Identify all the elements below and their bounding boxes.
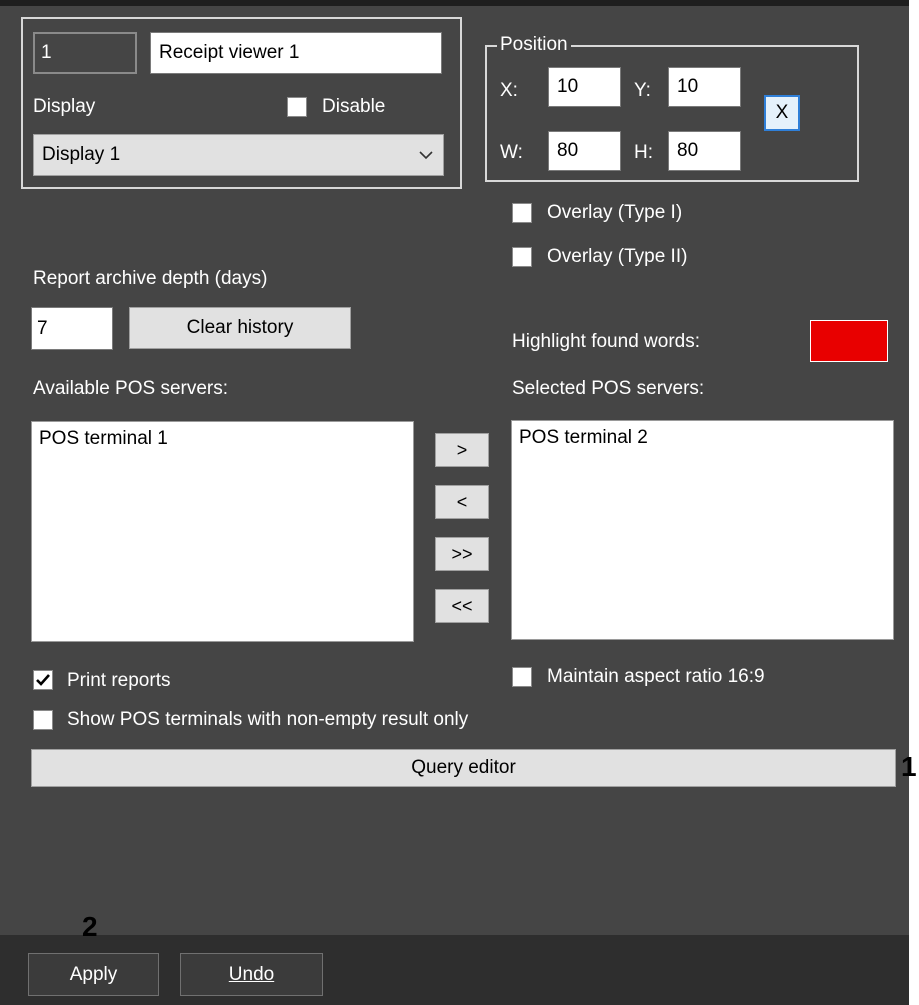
overlay-type2-label: Overlay (Type II) [547,246,688,267]
id-field[interactable]: 1 [33,32,137,74]
chevron-down-icon [419,151,433,160]
archive-depth-field[interactable]: 7 [31,307,113,350]
overlay-type2-checkbox[interactable] [512,247,532,267]
w-field[interactable]: 80 [548,131,621,171]
apply-label: Apply [69,964,118,985]
move-all-right-button[interactable]: >> [435,537,489,571]
aspect-ratio-label: Maintain aspect ratio 16:9 [547,666,765,687]
clear-history-button[interactable]: Clear history [129,307,351,349]
x-field[interactable]: 10 [548,67,621,107]
pick-position-label: X [775,102,789,123]
available-servers-label: Available POS servers: [33,378,229,399]
y-value: 10 [677,76,699,97]
id-value: 1 [41,42,52,63]
overlay-type1-checkbox[interactable] [512,203,532,223]
position-legend: Position [497,34,571,56]
w-label: W: [500,142,523,163]
archive-depth-label: Report archive depth (days) [33,268,268,289]
h-field[interactable]: 80 [668,131,741,171]
query-editor-button[interactable]: Query editor [31,749,896,787]
archive-depth-value: 7 [37,317,48,339]
selected-servers-label: Selected POS servers: [512,378,705,399]
undo-button[interactable]: Undo [180,953,323,996]
w-value: 80 [557,140,579,161]
apply-button[interactable]: Apply [28,953,159,996]
name-value: Receipt viewer 1 [159,42,300,63]
annotation-2: 2 [82,911,98,942]
clear-history-label: Clear history [186,317,294,338]
right-margin [909,0,919,935]
pick-position-button[interactable]: X [764,95,800,131]
y-field[interactable]: 10 [668,67,741,107]
x-label: X: [500,80,518,101]
selected-servers-list[interactable]: POS terminal 2 [511,420,894,640]
disable-label: Disable [322,96,386,117]
move-left-button[interactable]: < [435,485,489,519]
list-item[interactable]: POS terminal 2 [519,427,648,449]
y-label: Y: [634,80,651,101]
undo-label: Undo [228,964,275,985]
highlight-label: Highlight found words: [512,331,700,352]
move-right-button[interactable]: > [435,433,489,467]
query-editor-label: Query editor [411,757,516,778]
display-select[interactable]: Display 1 [33,134,444,176]
print-reports-label: Print reports [67,670,171,691]
annotation-1: 1 [901,751,917,782]
print-reports-checkbox[interactable] [33,670,53,690]
display-selected: Display 1 [42,144,121,165]
move-all-left-button[interactable]: << [435,589,489,623]
highlight-color-swatch[interactable] [810,320,888,362]
display-label: Display [33,96,96,117]
top-border [0,0,909,6]
show-nonempty-label: Show POS terminals with non-empty result… [67,709,469,730]
list-item[interactable]: POS terminal 1 [39,428,168,450]
aspect-ratio-checkbox[interactable] [512,667,532,687]
h-label: H: [634,142,653,163]
name-field[interactable]: Receipt viewer 1 [150,32,442,74]
checkmark-icon [36,674,50,686]
available-servers-list[interactable]: POS terminal 1 [31,421,414,642]
h-value: 80 [677,140,699,161]
x-value: 10 [557,76,579,97]
show-nonempty-checkbox[interactable] [33,710,53,730]
overlay-type1-label: Overlay (Type I) [547,202,683,223]
disable-checkbox[interactable] [287,97,307,117]
